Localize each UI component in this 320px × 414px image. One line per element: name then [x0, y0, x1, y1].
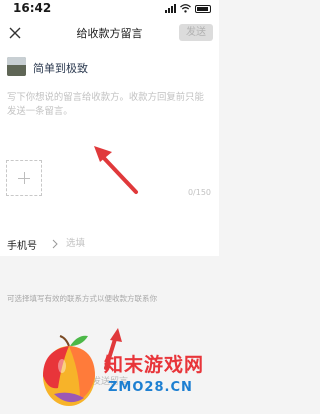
status-bar: 16:42	[0, 0, 219, 18]
avatar	[7, 57, 26, 76]
send-button[interactable]: 发送	[179, 24, 213, 41]
recipient-name: 简单到极致	[33, 62, 88, 75]
message-card: 简单到极致 写下你想说的留言给收款方。收款方回复前只能发送一条留言。 0/150	[0, 48, 219, 236]
add-photo-button[interactable]	[6, 160, 42, 196]
char-counter: 0/150	[187, 188, 211, 197]
phone-input[interactable]	[66, 235, 206, 251]
fruit-logo-icon	[43, 335, 95, 406]
status-icons	[165, 4, 211, 13]
wifi-icon	[180, 4, 191, 13]
status-time: 16:42	[13, 1, 52, 15]
signal-icon	[165, 4, 176, 13]
watermark-title: 知末游戏网	[104, 354, 205, 376]
chevron-right-icon[interactable]	[52, 239, 58, 249]
battery-icon	[195, 4, 211, 13]
watermark: 知末游戏网 ZMO28.CN	[40, 320, 212, 414]
phone-row[interactable]: 手机号	[0, 232, 219, 256]
nav-bar: 给收款方留言 发送	[0, 18, 219, 48]
message-input[interactable]: 写下你想说的留言给收款方。收款方回复前只能发送一条留言。	[7, 91, 212, 119]
phone-hint: 可选择填写有效的联系方式以便收款方联系你	[7, 294, 157, 303]
phone-label: 手机号	[7, 241, 37, 252]
watermark-url: ZMO28.CN	[108, 380, 193, 395]
